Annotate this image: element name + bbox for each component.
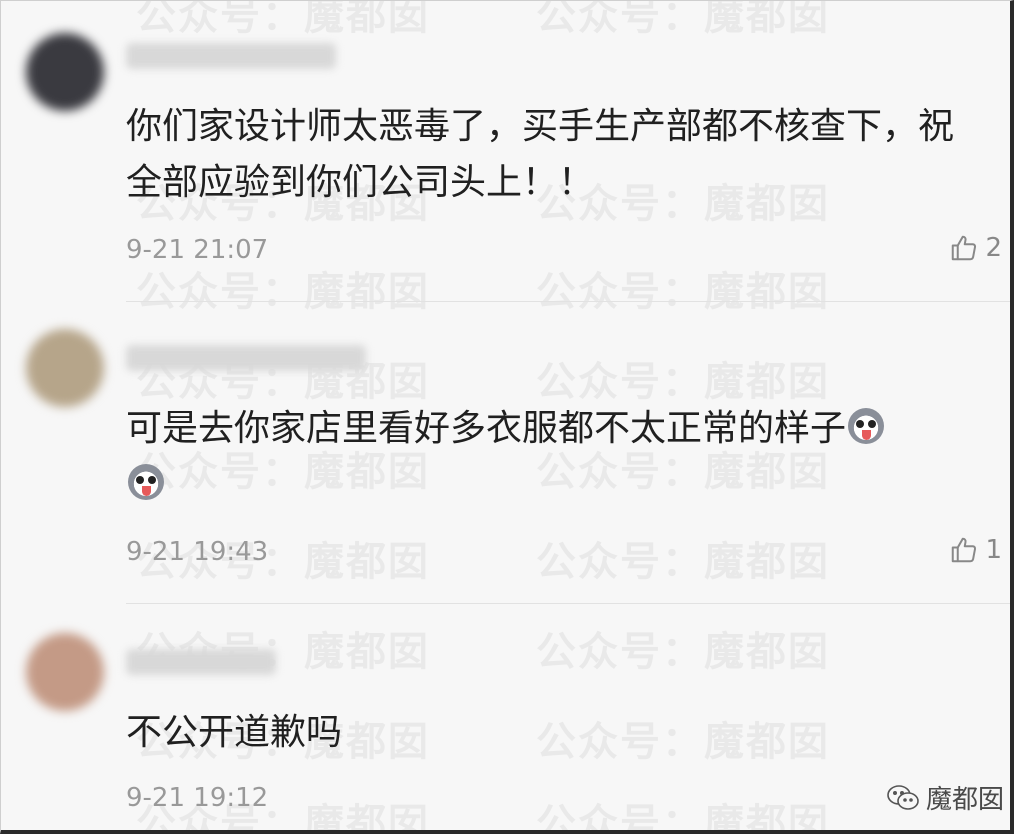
avatar[interactable] <box>26 33 104 111</box>
username-redacted[interactable] <box>126 43 336 69</box>
husky-emoji-icon <box>848 408 885 444</box>
comment-time: 9-21 21:07 <box>126 235 269 265</box>
watermark-text: 公众号：魔都囡 <box>136 269 430 315</box>
comment-text-content: 可是去你家店里看好多衣服都不太正常的样子 <box>126 408 847 449</box>
divider <box>126 301 1010 302</box>
comment-text: 可是去你家店里看好多衣服都不太正常的样子 <box>126 401 986 513</box>
watermark-text: 公众号：魔都囡 <box>536 359 830 405</box>
like-button[interactable]: 1 <box>949 535 1002 565</box>
watermark-text: 公众号：魔都囡 <box>136 0 430 39</box>
comment-time: 9-21 19:12 <box>126 783 269 813</box>
thumbs-up-icon <box>952 235 977 261</box>
comment-text: 不公开道歉吗 <box>126 712 343 753</box>
username-redacted[interactable] <box>126 649 276 675</box>
watermark-text: 公众号：魔都囡 <box>536 629 830 675</box>
watermark-text: 公众号：魔都囡 <box>536 0 830 39</box>
avatar[interactable] <box>26 633 104 711</box>
comment-panel: 公众号：魔都囡 公众号：魔都囡 公众号：魔都囡 公众号：魔都囡 公众号：魔都囡 … <box>0 0 1014 834</box>
username-redacted[interactable] <box>126 345 366 371</box>
divider <box>126 603 1010 604</box>
watermark-text: 公众号：魔都囡 <box>536 539 830 585</box>
watermark-text: 公众号：魔都囡 <box>536 269 830 315</box>
watermark-text: 公众号：魔都囡 <box>536 801 830 834</box>
wechat-icon <box>887 784 919 810</box>
like-count: 2 <box>985 233 1002 263</box>
thumbs-up-icon <box>952 537 977 563</box>
like-count: 1 <box>985 535 1002 565</box>
brand-watermark: 魔都囡 <box>886 779 1004 816</box>
avatar[interactable] <box>26 329 104 407</box>
like-button[interactable]: 2 <box>949 233 1002 263</box>
comment-time: 9-21 19:43 <box>126 537 269 567</box>
husky-emoji-icon <box>128 464 164 500</box>
comment-text: 你们家设计师太恶毒了，买手生产部都不核查下，祝全部应验到你们公司头上！！ <box>126 106 955 203</box>
brand-label: 魔都囡 <box>925 785 1004 815</box>
